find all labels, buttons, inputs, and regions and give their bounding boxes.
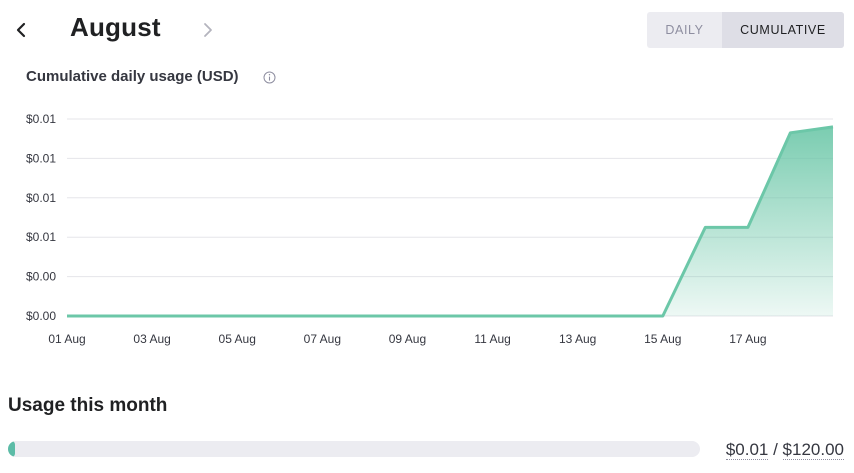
usage-separator: /: [768, 440, 783, 459]
cumulative-toggle-button[interactable]: CUMULATIVE: [722, 12, 844, 48]
x-tick-label: 01 Aug: [48, 332, 85, 346]
info-icon[interactable]: [263, 71, 276, 84]
x-tick-label: 07 Aug: [304, 332, 341, 346]
x-tick-label: 15 Aug: [644, 332, 681, 346]
chevron-left-icon[interactable]: [10, 16, 32, 44]
y-tick-label: $0.01: [26, 191, 56, 205]
x-tick-label: 13 Aug: [559, 332, 596, 346]
view-toggle: DAILY CUMULATIVE: [647, 12, 844, 48]
x-tick-label: 09 Aug: [389, 332, 426, 346]
x-tick-label: 17 Aug: [729, 332, 766, 346]
usage-chart: $0.00 $0.00 $0.01 $0.01 $0.01 $0.01 01 Aug 03 A…: [26, 112, 834, 346]
x-tick-label: 05 Aug: [219, 332, 256, 346]
chevron-right-icon[interactable]: [196, 16, 218, 44]
y-tick-label: $0.01: [26, 112, 56, 126]
daily-toggle-button[interactable]: DAILY: [647, 12, 722, 48]
y-tick-label: $0.00: [26, 270, 56, 284]
y-tick-label: $0.01: [26, 230, 56, 244]
usage-progress-fill: [8, 441, 15, 457]
x-tick-label: 03 Aug: [133, 332, 170, 346]
usage-amounts: $0.01 / $120.00: [725, 440, 844, 460]
y-tick-label: $0.01: [26, 151, 56, 165]
usage-progress-bar: [8, 441, 700, 457]
chart-title: Cumulative daily usage (USD): [26, 68, 239, 85]
x-tick-label: 11 Aug: [474, 332, 510, 346]
month-title: August: [70, 12, 161, 42]
series-area: [67, 126, 833, 317]
usage-used: $0.01: [725, 440, 769, 460]
usage-limit: $120.00: [782, 440, 844, 460]
usage-title: Usage this month: [8, 395, 168, 416]
y-tick-label: $0.00: [26, 309, 56, 323]
